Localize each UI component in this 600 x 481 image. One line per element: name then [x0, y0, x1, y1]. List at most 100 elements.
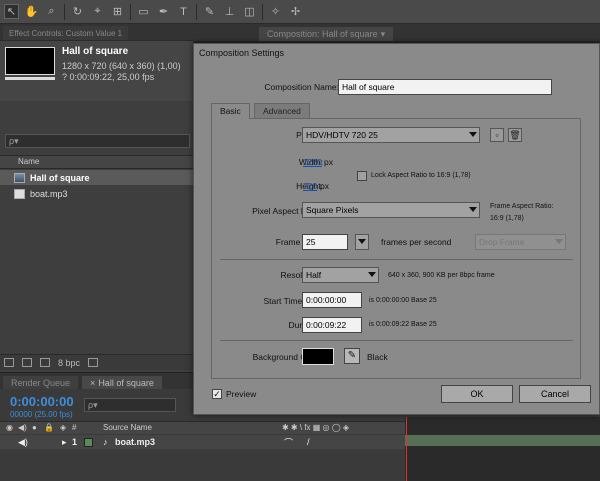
switches-icon: ✱ ✱ \ fx ▦ ◎ ◯ ◈ [282, 423, 350, 432]
lock-aspect-checkbox[interactable] [357, 171, 367, 181]
chevron-down-icon [358, 239, 366, 244]
solo-icon[interactable]: ● [32, 423, 37, 432]
project-item-duration: ? 0:00:09:22, 25,00 fps [62, 72, 155, 82]
composition-tab-label: Composition: Hall of square [267, 29, 378, 39]
background-color-swatch[interactable] [302, 348, 334, 365]
layer-label-color[interactable] [84, 437, 93, 447]
chevron-down-icon [469, 207, 477, 212]
dialog-title: Composition Settings [199, 48, 285, 58]
divider [220, 259, 573, 260]
frame-rate-field[interactable]: 25 [302, 234, 348, 250]
list-item[interactable]: Hall of square [0, 170, 193, 185]
resolution-dropdown[interactable]: Half [302, 267, 379, 283]
quality-switch-icon[interactable]: / [307, 437, 310, 447]
shy-switch-icon[interactable]: ⌒ [284, 436, 293, 449]
delete-preset-icon[interactable]: 🗑 [508, 128, 522, 142]
puppet-tool-icon[interactable]: ✢ [288, 4, 303, 19]
timeline-track-area[interactable] [405, 417, 600, 481]
audio-file-icon: ♪ [103, 437, 108, 447]
pen-tool-icon[interactable]: ✒ [156, 4, 171, 19]
toolbar-divider [130, 3, 131, 20]
lock-icon[interactable]: 🔒 [44, 423, 54, 432]
preview-checkbox[interactable]: ✓ [212, 389, 222, 399]
layer-duration-bar[interactable] [405, 435, 600, 446]
project-search-input[interactable]: ρ▾ [5, 134, 190, 148]
table-row[interactable]: ◀) ▸ 1 ♪ boat.mp3 ⌒ / [0, 435, 405, 449]
text-tool-icon[interactable]: T [176, 4, 191, 19]
playhead[interactable] [406, 417, 407, 481]
rectangle-tool-icon[interactable]: ▭ [136, 4, 151, 19]
eye-icon[interactable]: ◉ [6, 423, 13, 432]
viewer-tabs: Composition: Hall of square ▾ [193, 24, 600, 41]
current-time-display[interactable]: 0:00:00:00 [10, 394, 74, 409]
tab-effect-controls[interactable]: Effect Controls: Custom Value 1 [3, 26, 129, 40]
rotate-tool-icon[interactable]: ↻ [70, 4, 85, 19]
tools-toolbar: ↖ ✋ ⌕ ↻ ⌖ ⊞ ▭ ✒ T ✎ ⊥ ◫ ✧ ✢ [0, 0, 600, 24]
project-info: Hall of square 1280 x 720 (640 x 360) (1… [0, 41, 193, 101]
layer-column-header: ◉ ◀) ● 🔒 ◈ # Source Name ✱ ✱ \ fx ▦ ◎ ◯ … [0, 421, 405, 434]
width-value[interactable]: 1280 [303, 157, 322, 167]
number-icon: # [72, 423, 77, 432]
audio-file-icon [14, 188, 25, 199]
start-timecode-field[interactable]: 0:00:00:00 [302, 292, 362, 308]
bit-depth-button[interactable]: 8 bpc [58, 358, 80, 368]
preview-label: Preview [226, 389, 257, 399]
composition-name-label: Composition Name: [264, 82, 339, 92]
tab-composition[interactable]: Composition: Hall of square ▾ [259, 27, 394, 41]
duration-field[interactable]: 0:00:09:22 [302, 317, 362, 333]
interpret-footage-icon[interactable] [4, 358, 14, 367]
list-item-label: Hall of square [30, 172, 90, 183]
roto-brush-tool-icon[interactable]: ✧ [268, 4, 283, 19]
preset-dropdown[interactable]: HDV/HDTV 720 25 [302, 127, 480, 143]
layer-name[interactable]: boat.mp3 [115, 437, 155, 447]
twirl-icon[interactable]: ▸ [62, 437, 67, 448]
audio-icon[interactable]: ◀) [18, 437, 28, 448]
composition-icon [14, 172, 25, 183]
project-bottom-bar: 8 bpc [0, 354, 193, 370]
eyedropper-icon[interactable]: ✎ [344, 348, 360, 364]
tab-basic[interactable]: Basic [211, 103, 250, 119]
pixel-aspect-dropdown[interactable]: Square Pixels [302, 202, 480, 218]
audio-icon[interactable]: ◀) [18, 423, 27, 432]
tab-render-queue[interactable]: Render Queue [3, 376, 79, 389]
duration-info: is 0:00:09:22 Base 25 [369, 321, 437, 328]
frame-rate-dropdown[interactable] [355, 234, 369, 250]
brush-tool-icon[interactable]: ✎ [202, 4, 217, 19]
label-icon[interactable]: ◈ [60, 423, 66, 432]
pan-behind-tool-icon[interactable]: ⊞ [110, 4, 125, 19]
save-preset-icon[interactable]: ▫ [490, 128, 504, 142]
frame-aspect-value: 16:9 (1,78) [490, 215, 524, 222]
list-item[interactable]: boat.mp3 [0, 186, 193, 201]
toolbar-divider [64, 3, 65, 20]
frame-aspect-label: Frame Aspect Ratio: [490, 203, 554, 210]
selection-tool-icon[interactable]: ↖ [4, 4, 19, 19]
composition-name-field[interactable]: Hall of square [338, 79, 552, 95]
new-folder-icon[interactable] [22, 358, 32, 367]
trash-icon[interactable] [88, 358, 99, 367]
background-color-name: Black [367, 352, 388, 362]
width-unit: px [324, 157, 333, 167]
clone-stamp-tool-icon[interactable]: ⊥ [222, 4, 237, 19]
thumbnail-bar [5, 77, 55, 80]
new-composition-icon[interactable] [40, 358, 50, 367]
camera-tool-icon[interactable]: ⌖ [90, 4, 105, 19]
timeline-search-input[interactable]: ρ▾ [84, 398, 176, 412]
preset-value: HDV/HDTV 720 25 [306, 130, 378, 140]
chevron-down-icon [469, 132, 477, 137]
cancel-button[interactable]: Cancel [519, 385, 591, 403]
tab-advanced[interactable]: Advanced [254, 103, 310, 118]
eraser-tool-icon[interactable]: ◫ [242, 4, 257, 19]
column-name[interactable]: Name [0, 155, 193, 169]
resolution-value: Half [306, 270, 322, 280]
source-name-column[interactable]: Source Name [103, 423, 152, 432]
pixel-aspect-value: Square Pixels [306, 205, 359, 215]
height-value[interactable]: 720 [303, 181, 317, 191]
zoom-tool-icon[interactable]: ⌕ [44, 4, 59, 19]
start-timecode-info: is 0:00:00:00 Base 25 [369, 297, 437, 304]
project-panel-tabs: Effect Controls: Custom Value 1 [0, 24, 193, 41]
composition-settings-dialog: Composition Settings Composition Name: H… [193, 43, 600, 415]
hand-tool-icon[interactable]: ✋ [24, 4, 39, 19]
tab-timeline-comp[interactable]: × Hall of square [82, 376, 162, 389]
ok-button[interactable]: OK [441, 385, 513, 403]
close-icon[interactable]: × [90, 378, 95, 388]
